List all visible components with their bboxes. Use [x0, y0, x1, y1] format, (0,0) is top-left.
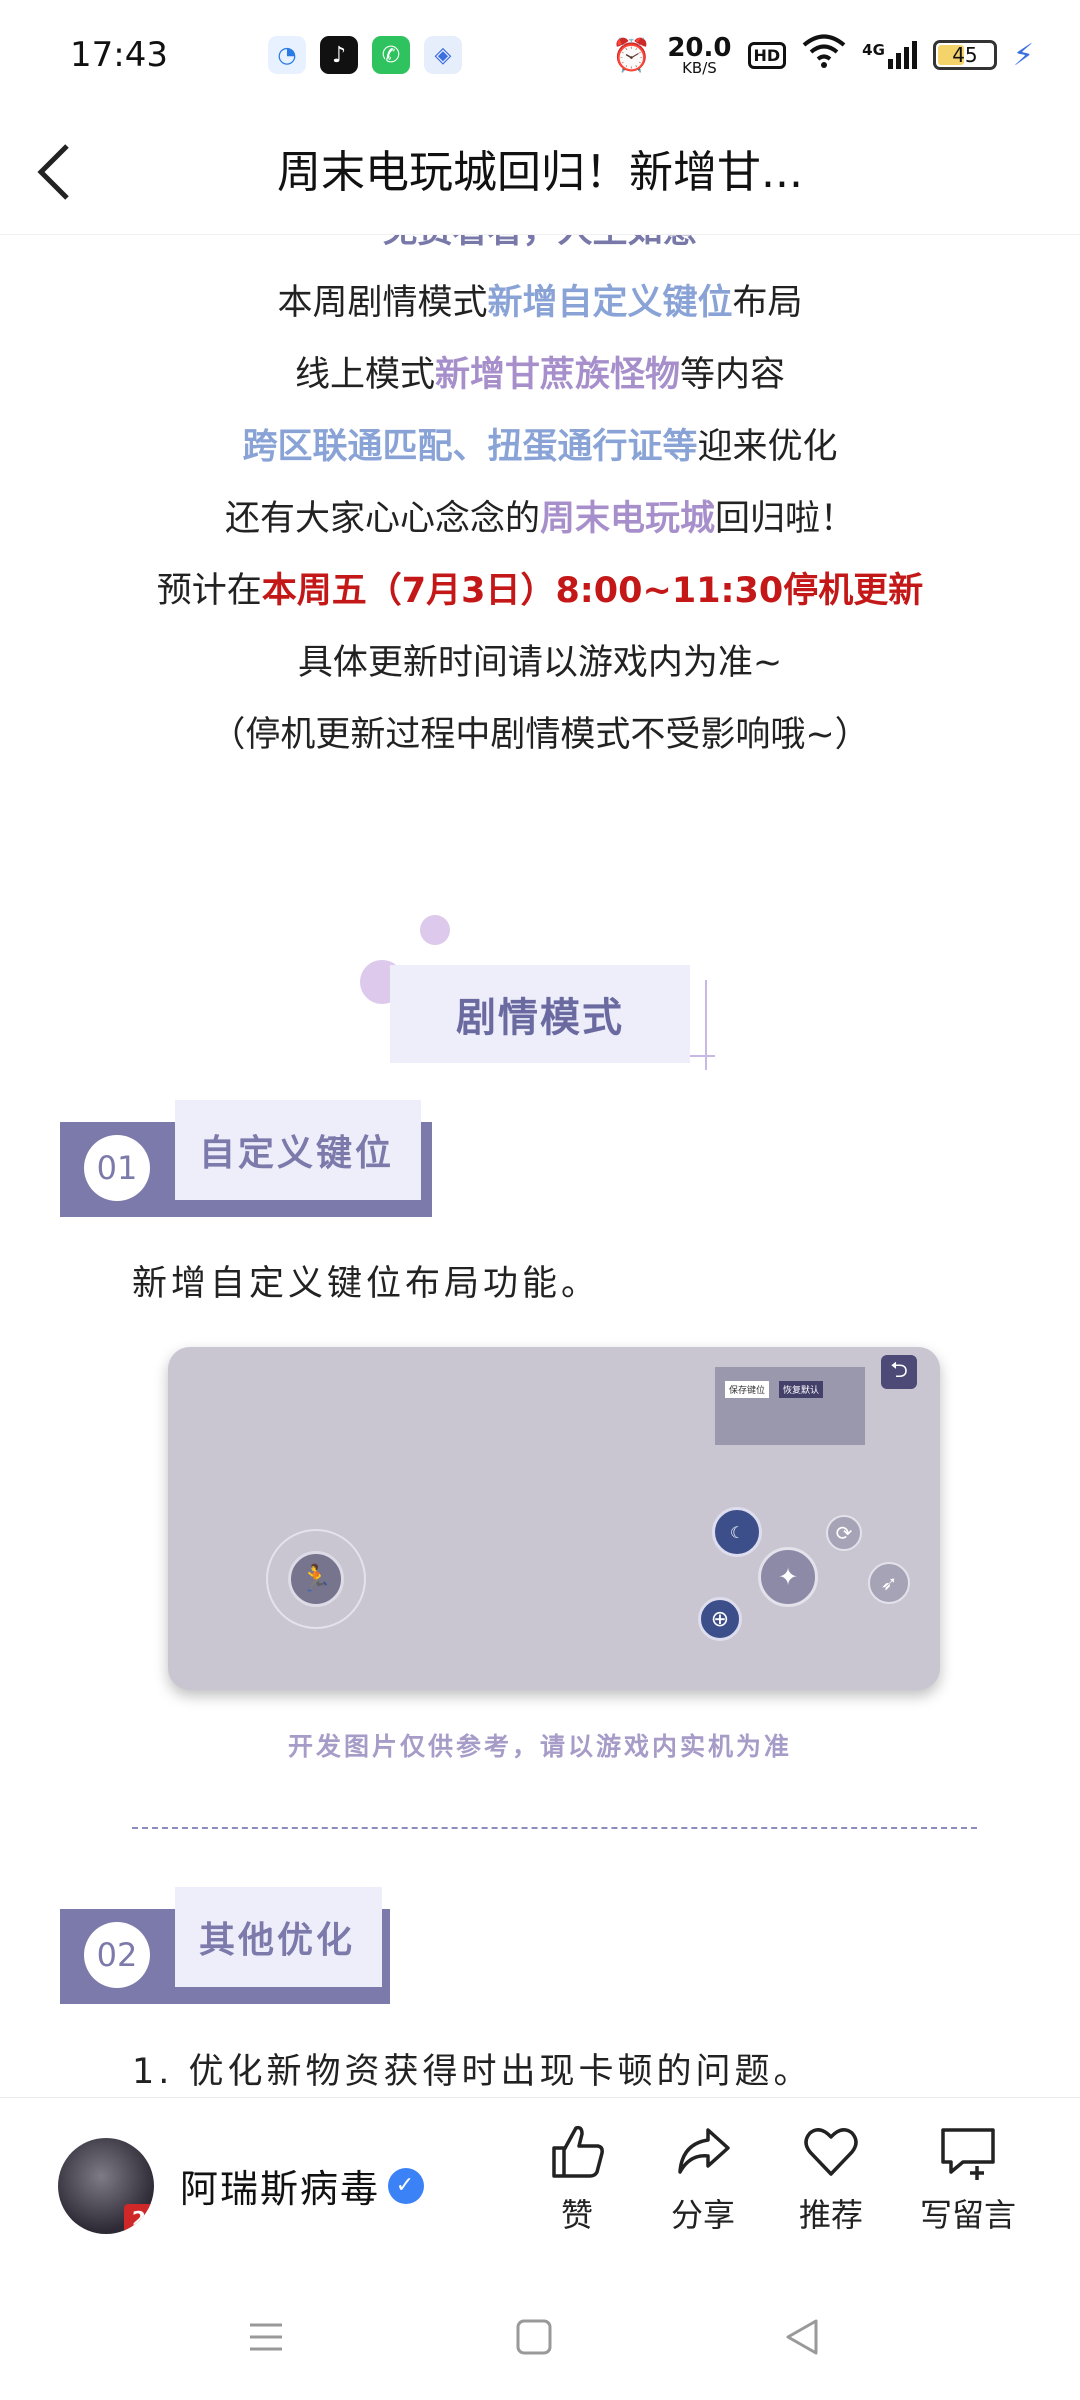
image-caption: 开发图片仅供参考，请以游戏内实机为准	[287, 1732, 792, 1761]
cellular-signal-icon: 4G	[862, 41, 917, 69]
speed-unit: KB/S	[682, 58, 717, 77]
subsection-heading-02: 02 其他优化	[60, 1887, 432, 2005]
intro-line: 本周剧情模式新增自定义键位布局	[277, 283, 803, 323]
keybind-panel: 保存键位 恢复默认	[715, 1367, 865, 1445]
decor-dot	[420, 915, 450, 945]
wolf-skill-icon: ☾	[712, 1507, 762, 1557]
battery-level: 45	[952, 43, 978, 67]
square-home-icon	[516, 2319, 552, 2355]
phone-icon: ✆	[372, 36, 410, 74]
write-comment-label: 写留言	[919, 2196, 1016, 2234]
subsection-heading-01: 01 自定义键位	[60, 1100, 432, 1218]
write-comment-button[interactable]: 写留言	[908, 2120, 1028, 2236]
system-nav-bar	[0, 2277, 1080, 2400]
recommend-label: 推荐	[798, 2196, 863, 2234]
return-icon: ⮌	[881, 1355, 917, 1389]
reload-icon: ⟳	[826, 1515, 862, 1551]
verified-icon: ✓	[388, 2167, 425, 2204]
weapon-icon: ✦	[758, 1547, 818, 1607]
article-header: 周末电玩城回归！新增甘...	[0, 110, 1080, 235]
subsection-number: 02	[84, 1922, 150, 1988]
compass-icon: ◈	[424, 36, 462, 74]
share-label: 分享	[670, 2196, 735, 2234]
notification-icons: ◔ ♪ ✆ ◈	[268, 36, 462, 74]
subsection-label: 自定义键位	[175, 1100, 422, 1200]
intro-line: 具体更新时间请以游戏内为准~	[297, 643, 783, 683]
battery-icon: 45	[932, 40, 997, 70]
paragraph: 1. 优化新物资获得时出现卡顿的问题。	[132, 2052, 813, 2092]
network-speed: 20.0 KB/S	[667, 35, 731, 76]
article-title: 周末电玩城回归！新增甘...	[277, 147, 803, 198]
like-button[interactable]: 赞	[522, 2120, 632, 2236]
intro-line: 还有大家心心念念的周末电玩城回归啦！	[224, 499, 856, 539]
avatar[interactable]: 2	[58, 2138, 154, 2234]
article-body[interactable]: 免费看看，人生如意 本周剧情模式新增自定义键位布局 线上模式新增甘蔗族怪物等内容…	[0, 235, 1080, 2097]
back-nav-button[interactable]	[772, 2307, 832, 2367]
triangle-back-icon	[786, 2319, 818, 2355]
comment-add-icon	[941, 2128, 995, 2180]
heart-icon	[804, 2128, 858, 2176]
back-button[interactable]	[0, 110, 110, 235]
intro-line: 预计在本周五（7月3日）8:00~11:30停机更新	[156, 571, 924, 611]
game-screenshot: 保存键位 恢复默认 ⮌ 🏃 ☾ ⟳ ✦ ➶ ⊕	[168, 1347, 940, 1690]
wifi-icon	[802, 34, 846, 77]
browser-icon: ◔	[268, 36, 306, 74]
reset-default-button: 恢复默认	[779, 1381, 824, 1398]
intro-line: 跨区联通匹配、扭蛋通行证等迎来优化	[242, 427, 838, 467]
joystick: 🏃	[266, 1529, 366, 1629]
alarm-icon: ⏰	[611, 36, 652, 74]
intro-line: 线上模式新增甘蔗族怪物等内容	[294, 355, 786, 395]
dodge-icon: ➶	[868, 1562, 910, 1604]
status-indicators: ⏰ 20.0 KB/S HD 4G 45 ⚡	[611, 34, 1034, 77]
like-label: 赞	[560, 2196, 593, 2234]
run-icon: 🏃	[288, 1551, 344, 1607]
subsection-number: 01	[84, 1135, 150, 1201]
section-heading: 剧情模式	[360, 915, 720, 1070]
intro-line: （停机更新过程中剧情模式不受影响哦~）	[210, 715, 870, 755]
author-name-link[interactable]: 阿瑞斯病毒 ✓	[180, 2158, 425, 2213]
recommend-button[interactable]: 推荐	[776, 2120, 886, 2236]
intro-block: 免费看看，人生如意 本周剧情模式新增自定义键位布局 线上模式新增甘蔗族怪物等内容…	[0, 235, 1080, 771]
share-icon	[678, 2128, 730, 2174]
intro-line: 免费看看，人生如意	[0, 235, 1080, 267]
speed-value: 20.0	[667, 32, 732, 63]
home-nav-button[interactable]	[504, 2307, 564, 2367]
clock: 17:43	[70, 35, 168, 75]
thumbs-up-icon	[552, 2125, 604, 2178]
chevron-left-icon	[37, 144, 69, 200]
section-title: 剧情模式	[390, 965, 690, 1063]
status-bar: 17:43 ◔ ♪ ✆ ◈ ⏰ 20.0 KB/S HD 4G 45 ⚡	[0, 0, 1080, 110]
avatar-badge: 2	[124, 2204, 154, 2234]
author-name: 阿瑞斯病毒	[180, 2167, 381, 2211]
menu-icon	[250, 2323, 282, 2351]
tiktok-icon: ♪	[320, 36, 358, 74]
decor-line	[705, 980, 707, 1070]
share-button[interactable]: 分享	[648, 2120, 758, 2236]
section-divider	[132, 1827, 977, 1829]
article-action-bar: 2 阿瑞斯病毒 ✓ 赞 分享 推荐 写留言	[0, 2097, 1080, 2277]
network-type: 4G	[862, 41, 885, 59]
save-keybind-button: 保存键位	[725, 1381, 770, 1398]
charging-icon: ⚡	[1012, 37, 1034, 73]
crosshair-icon: ⊕	[698, 1597, 742, 1641]
menu-nav-button[interactable]	[236, 2307, 296, 2367]
paragraph: 新增自定义键位布局功能。	[132, 1264, 601, 1304]
subsection-label: 其他优化	[175, 1887, 383, 1987]
hd-badge: HD	[747, 41, 787, 69]
